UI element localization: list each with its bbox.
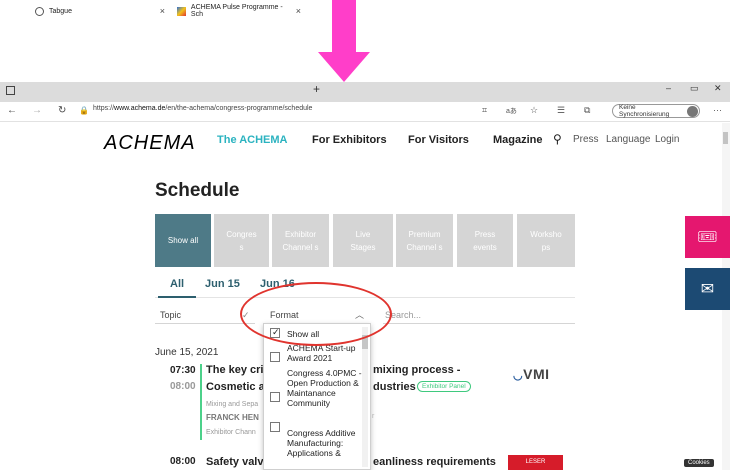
tile-premium-channels[interactable]: Premium Channel s (396, 214, 453, 267)
session-title-end[interactable]: eanliness requirements (373, 456, 496, 468)
nav-language[interactable]: Language (606, 134, 651, 145)
more-icon[interactable]: ··· (713, 105, 722, 115)
session-badge: Exhibitor Panel (417, 381, 471, 392)
close-icon[interactable]: × (296, 6, 301, 16)
nav-for-visitors[interactable]: For Visitors (408, 134, 469, 146)
new-tab-icon[interactable]: + (313, 82, 320, 96)
url-path: /en/the-achema/congress-programme/schedu… (165, 105, 313, 112)
tab-label: Tabgue (49, 7, 72, 15)
topic-filter-label[interactable]: Topic (160, 310, 181, 320)
close-icon[interactable]: × (160, 6, 165, 16)
session-date: June 15, 2021 (155, 347, 219, 358)
window-close-icon[interactable]: ✕ (714, 83, 722, 94)
minimize-icon[interactable]: – (666, 83, 671, 93)
tile-workshops[interactable]: Worksho ps (517, 214, 575, 267)
newsletter-icon[interactable]: ✉ (685, 268, 730, 310)
sync-button[interactable]: Keine Synchronisierung (612, 104, 700, 118)
sync-label: Keine Synchronisierung (619, 104, 670, 118)
annotation-highlight-ellipse (240, 282, 392, 346)
day-tab-all[interactable]: All (170, 278, 184, 290)
url-prefix: https:// (93, 105, 115, 112)
session-title-line2-end[interactable]: dustries (373, 381, 416, 393)
annotation-arrow-head (318, 52, 370, 82)
tab-tabgue[interactable]: Tabgue × (30, 2, 170, 20)
forward-icon[interactable]: → (32, 105, 42, 116)
url-host: www.achema.de (114, 105, 166, 112)
page-scrollbar-thumb[interactable] (723, 132, 728, 144)
leser-logo: LESER (508, 455, 563, 470)
topic-filter-underline (155, 323, 255, 324)
nav-the-achema[interactable]: The ACHEMA (217, 134, 287, 146)
session-start-time: 07:30 (170, 365, 196, 376)
option-congress-additive[interactable]: Congress Additive Manufacturing: Applica… (287, 428, 363, 458)
back-icon[interactable]: ← (7, 105, 17, 116)
apps-icon[interactable]: ⌗ (482, 105, 487, 116)
tile-congress[interactable]: Congres s (214, 214, 269, 267)
session-title-line2-start[interactable]: Cosmetic ar (206, 381, 269, 393)
checkbox-congress-additive[interactable] (270, 422, 280, 432)
nav-magazine[interactable]: Magazine (493, 134, 543, 146)
session-channel: Exhibitor Chann (206, 429, 256, 436)
page-title: Schedule (155, 180, 240, 201)
tile-show-all[interactable]: Show all (155, 214, 211, 267)
session-title-start[interactable]: The key crit (206, 364, 267, 376)
avatar (687, 105, 698, 117)
achema-logo[interactable]: ACHEMA (104, 132, 196, 155)
session-start-time: 08:00 (170, 456, 196, 467)
ticket-icon[interactable]: 🎟 (685, 216, 730, 258)
search-icon[interactable]: ⚲ (553, 132, 562, 146)
cookies-button[interactable]: Cookies (684, 459, 714, 467)
day-tab-active-indicator (158, 296, 196, 298)
gear-icon (35, 6, 44, 16)
tab-actions-icon[interactable] (6, 86, 15, 95)
session-accent-bar (200, 364, 202, 440)
collections-icon[interactable]: ⧉ (584, 105, 590, 116)
achema-favicon-icon (177, 6, 186, 16)
session-title-end[interactable]: mixing process - (373, 364, 460, 376)
tile-exhibitor-channels[interactable]: Exhibitor Channel s (272, 214, 329, 267)
maximize-icon[interactable]: ▭ (690, 83, 699, 94)
read-aloud-icon[interactable]: aあ (506, 106, 517, 116)
lock-icon: 🔒 (79, 106, 89, 115)
nav-for-exhibitors[interactable]: For Exhibitors (312, 134, 387, 146)
option-startup-award[interactable]: ACHEMA Start-up Award 2021 (287, 343, 363, 363)
favorite-icon[interactable]: ☆ (530, 105, 538, 116)
tile-press-events[interactable]: Press events (457, 214, 513, 267)
session-end-time: 08:00 (170, 381, 196, 392)
session-speaker: FRANCK HEN (206, 413, 259, 422)
favorites-icon[interactable]: ☰ (557, 105, 565, 116)
day-tab-jun-15[interactable]: Jun 15 (205, 278, 240, 290)
session-title-start[interactable]: Safety valv (206, 456, 263, 468)
url-field[interactable]: https://www.achema.de/en/the-achema/cong… (93, 105, 312, 112)
nav-press[interactable]: Press (573, 134, 599, 145)
nav-login[interactable]: Login (655, 134, 679, 145)
vmi-logo: ◡VMI (513, 366, 550, 382)
search-underline (383, 323, 575, 324)
option-congress-opmc[interactable]: Congress 4.0PMC - Open Production & Main… (287, 368, 363, 408)
annotation-arrow-shaft (332, 0, 356, 54)
session-topic: Mixing and Sepa (206, 401, 259, 408)
checkbox-congress-opmc[interactable] (270, 392, 280, 402)
tab-achema[interactable]: ACHEMA Pulse Programme - Sch × (172, 2, 306, 20)
tab-label: ACHEMA Pulse Programme - Sch (190, 4, 283, 18)
tile-live-stages[interactable]: Live Stages (333, 214, 393, 267)
checkbox-startup-award[interactable] (270, 352, 280, 362)
session-speaker-tail: r (372, 413, 375, 420)
browser-tab-bar (0, 82, 730, 102)
reload-icon[interactable]: ↻ (58, 105, 66, 116)
